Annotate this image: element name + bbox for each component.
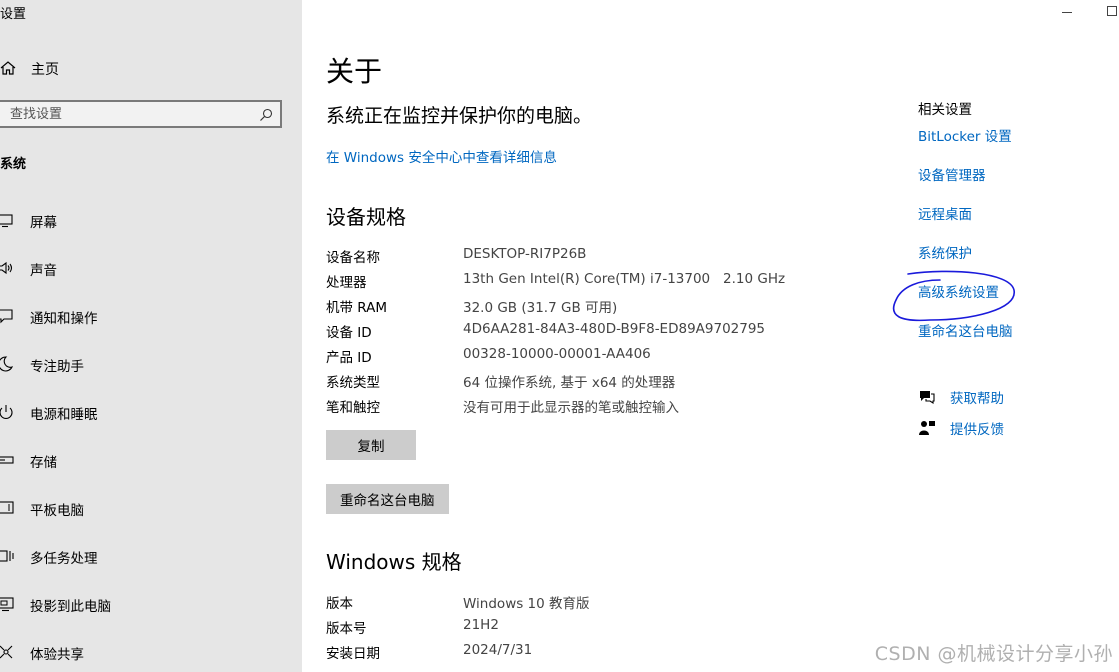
sidebar-item-label: 电源和睡眠 (30, 407, 98, 423)
sidebar-item-label: 通知和操作 (30, 311, 98, 327)
sidebar-item-label: 平板电脑 (30, 503, 84, 519)
spec-row-pen-touch: 笔和触控 没有可用于此显示器的笔或触控输入 (326, 396, 926, 416)
spec-row-version: 版本号 21H2 (326, 617, 926, 637)
sidebar-item-label: 主页 (31, 62, 59, 78)
advanced-system-settings-link[interactable]: 高级系统设置 (918, 281, 999, 301)
spec-row-system-type: 系统类型 64 位操作系统, 基于 x64 的处理器 (326, 371, 926, 391)
spec-key: 版本 (326, 596, 353, 612)
feedback-label[interactable]: 提供反馈 (950, 418, 1004, 438)
spec-key: 版本号 (326, 621, 367, 637)
spec-value: 没有可用于此显示器的笔或触控输入 (463, 400, 679, 416)
spec-value: 4D6AA281-84A3-480D-B9F8-ED89A9702795 (463, 321, 766, 337)
power-icon (0, 403, 15, 421)
spec-key: 设备 ID (326, 325, 372, 341)
spec-key: 产品 ID (326, 350, 372, 366)
maximize-button[interactable] (1107, 6, 1117, 16)
rename-pc-link[interactable]: 重命名这台电脑 (918, 320, 1013, 340)
rename-pc-button[interactable]: 重命名这台电脑 (326, 484, 449, 514)
settings-window: 设置 主页 系统 屏幕 声音 (0, 0, 1119, 672)
sidebar-item-sound[interactable]: 声音 (0, 256, 300, 280)
spec-value: Windows 10 教育版 (463, 596, 590, 612)
device-manager-link[interactable]: 设备管理器 (918, 164, 986, 184)
feedback-icon (918, 419, 936, 437)
spec-row-install-date: 安装日期 2024/7/31 (326, 642, 926, 662)
spec-value: 00328-10000-00001-AA406 (463, 346, 651, 362)
sidebar-item-label: 存储 (30, 455, 57, 471)
spec-row-device-name: 设备名称 DESKTOP-RI7P26B (326, 246, 926, 266)
minimize-button[interactable] (1062, 12, 1072, 13)
speaker-icon (0, 259, 15, 277)
system-protection-link[interactable]: 系统保护 (918, 242, 972, 262)
spec-value: DESKTOP-RI7P26B (463, 246, 587, 262)
security-center-link[interactable]: 在 Windows 安全中心中查看详细信息 (326, 146, 557, 166)
sidebar-item-focus-assist[interactable]: 专注助手 (0, 352, 300, 376)
sidebar-item-power-sleep[interactable]: 电源和睡眠 (0, 400, 300, 424)
search-box[interactable] (0, 100, 282, 128)
tablet-icon (0, 499, 15, 517)
device-specs-heading: 设备规格 (326, 205, 406, 229)
project-icon (0, 595, 15, 613)
spec-value: 21H2 (463, 617, 499, 633)
sidebar-section-title: 系统 (0, 157, 27, 172)
copy-button[interactable]: 复制 (326, 430, 416, 460)
search-input[interactable] (10, 105, 250, 123)
sidebar-item-multitasking[interactable]: 多任务处理 (0, 544, 300, 568)
search-icon[interactable] (259, 107, 273, 121)
sidebar-item-label: 声音 (30, 263, 57, 279)
sidebar-item-shared-experiences[interactable]: 体验共享 (0, 640, 300, 664)
spec-key: 笔和触控 (326, 400, 380, 416)
spec-value: 13th Gen Intel(R) Core(TM) i7-13700 2.10… (463, 271, 786, 287)
get-help-label[interactable]: 获取帮助 (950, 387, 1004, 407)
sidebar-item-tablet[interactable]: 平板电脑 (0, 496, 300, 520)
watermark: CSDN @机械设计分享小孙 (874, 643, 1113, 665)
sidebar-item-label: 屏幕 (30, 215, 57, 231)
sidebar: 设置 主页 系统 屏幕 声音 (0, 0, 302, 672)
sidebar-item-home[interactable]: 主页 (0, 58, 300, 80)
get-help-item[interactable]: 获取帮助 (918, 386, 1098, 408)
spec-value: 64 位操作系统, 基于 x64 的处理器 (463, 375, 676, 391)
spec-value: 2024/7/31 (463, 642, 533, 658)
spec-key: 设备名称 (326, 250, 380, 266)
storage-icon (0, 451, 15, 469)
sidebar-item-label: 体验共享 (30, 647, 84, 663)
sidebar-item-storage[interactable]: 存储 (0, 448, 300, 472)
bitlocker-settings-link[interactable]: BitLocker 设置 (918, 125, 1012, 145)
spec-key: 机带 RAM (326, 300, 388, 316)
spec-row-edition: 版本 Windows 10 教育版 (326, 592, 926, 612)
home-icon (0, 60, 16, 76)
remote-desktop-link[interactable]: 远程桌面 (918, 203, 972, 223)
protection-status: 系统正在监控并保护你的电脑。 (326, 105, 593, 127)
spec-row-processor: 处理器 13th Gen Intel(R) Core(TM) i7-13700 … (326, 271, 926, 291)
spec-key: 安装日期 (326, 646, 380, 662)
related-settings-title: 相关设置 (918, 102, 972, 118)
spec-key: 系统类型 (326, 375, 380, 391)
help-chat-icon (918, 388, 936, 406)
sidebar-item-notifications[interactable]: 通知和操作 (0, 304, 300, 328)
share-icon (0, 643, 15, 661)
sidebar-item-label: 投影到此电脑 (30, 599, 111, 615)
page-title: 关于 (326, 55, 383, 88)
sidebar-item-display[interactable]: 屏幕 (0, 208, 300, 232)
feedback-item[interactable]: 提供反馈 (918, 417, 1098, 439)
spec-key: 处理器 (326, 275, 367, 291)
sidebar-item-project-to-pc[interactable]: 投影到此电脑 (0, 592, 300, 616)
windows-specs-heading: Windows 规格 (326, 550, 462, 574)
multitask-icon (0, 547, 15, 565)
spec-row-ram: 机带 RAM 32.0 GB (31.7 GB 可用) (326, 296, 926, 316)
display-icon (0, 211, 15, 229)
notification-icon (0, 307, 15, 325)
spec-row-device-id: 设备 ID 4D6AA281-84A3-480D-B9F8-ED89A97027… (326, 321, 926, 341)
app-title: 设置 (0, 7, 27, 22)
sidebar-item-label: 多任务处理 (30, 551, 98, 567)
sidebar-item-label: 专注助手 (30, 359, 84, 375)
main-content: 关于 系统正在监控并保护你的电脑。 在 Windows 安全中心中查看详细信息 … (302, 0, 1119, 672)
moon-icon (0, 355, 15, 373)
spec-row-product-id: 产品 ID 00328-10000-00001-AA406 (326, 346, 926, 366)
spec-value: 32.0 GB (31.7 GB 可用) (463, 300, 618, 316)
